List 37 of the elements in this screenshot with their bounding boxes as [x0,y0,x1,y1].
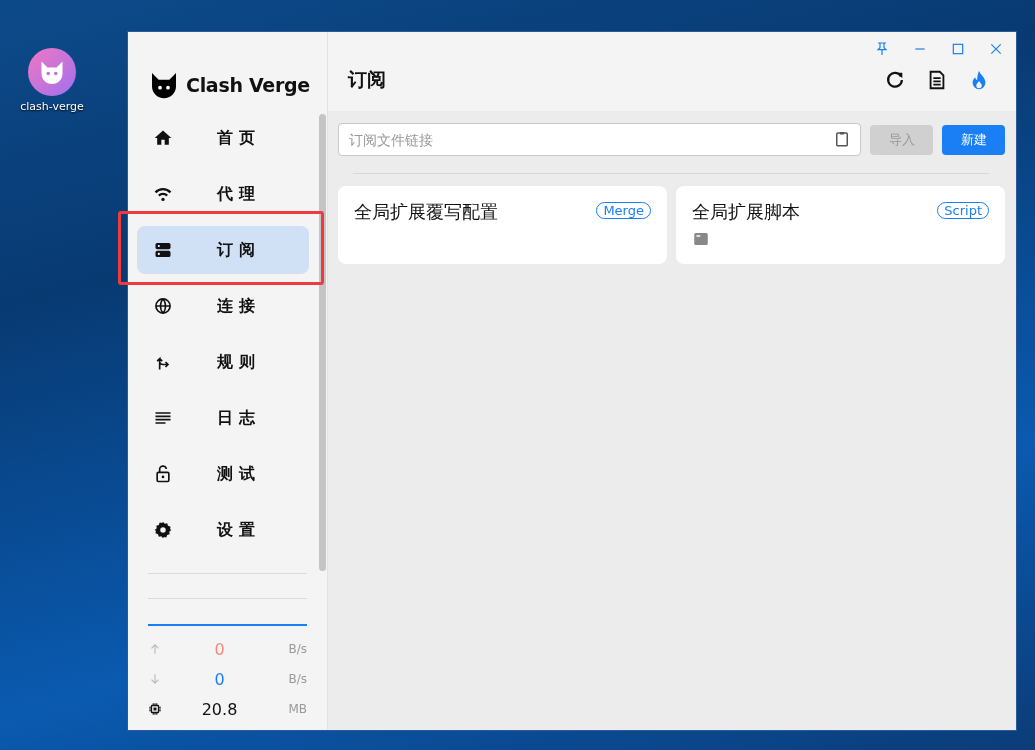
traffic-value: 0 [213,639,226,659]
nav-item[interactable]: 规 则 [137,338,309,386]
server-icon [153,240,173,260]
traffic-value: 0 [213,669,226,689]
app-shortcut-icon[interactable] [28,48,76,96]
url-input-field[interactable]: 订阅文件链接 [338,123,861,156]
shortcut-label[interactable]: clash-verge [20,100,84,113]
home-icon [153,128,173,148]
pin-icon[interactable] [874,41,890,57]
card-title: 全局扩展覆写配置 [354,200,498,224]
nav-item[interactable]: 测 试 [137,450,309,498]
profile-card[interactable]: 全局扩展脚本 Script [676,186,1005,264]
new-button[interactable]: 新建 [942,124,1005,155]
settings-icon [153,520,173,540]
close-icon[interactable] [988,41,1004,57]
nav-item[interactable]: 日 志 [137,394,309,442]
maximize-icon[interactable] [950,41,966,57]
nav-item[interactable]: 连 接 [137,282,309,330]
page-title: 订阅 [348,67,386,92]
nav-item[interactable]: 订 阅 [137,226,309,274]
nav-item[interactable]: 首 页 [137,114,309,162]
nav-item[interactable]: 代 理 [137,170,309,218]
unit-label: B/s [287,642,307,656]
file-icon [692,230,710,248]
profile-card[interactable]: 全局扩展覆写配置 Merge [338,186,667,264]
globe-icon [153,296,173,316]
unlocked-padlock-icon [153,464,173,484]
unit-label: B/s [287,672,307,686]
clipboard-icon[interactable] [833,130,851,148]
chip-icon [148,702,162,716]
refresh-icon[interactable] [884,69,906,91]
app-logo-text: Clash Verge [186,74,310,96]
scrollbar[interactable] [319,114,326,571]
traffic-value: 20.8 [200,699,239,719]
card-title: 全局扩展脚本 [692,200,800,224]
nav-item[interactable]: 设 置 [137,506,309,554]
unit-label: MB [287,702,307,716]
